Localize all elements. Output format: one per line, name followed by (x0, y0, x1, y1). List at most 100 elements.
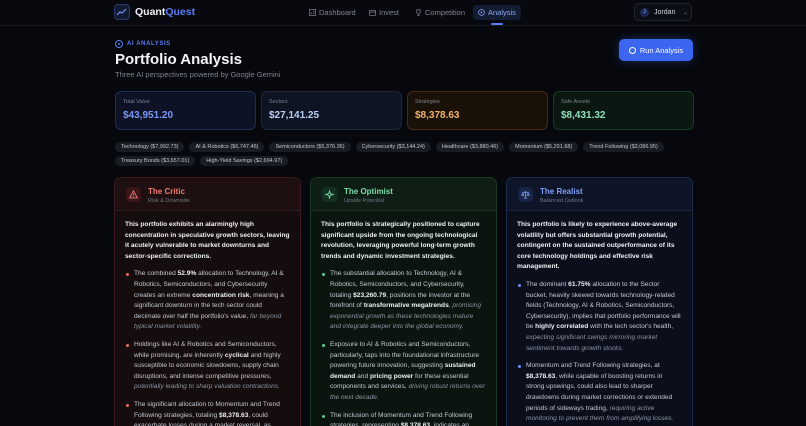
page-subtitle: Three AI perspectives powered by Google … (115, 70, 281, 79)
card-body: This portfolio is strategically position… (311, 211, 496, 426)
italic-note: potentially leading to sharp valuation c… (134, 383, 280, 391)
card-header: The Critic Risk & Downside (115, 178, 300, 211)
emphasis-text: 61.75% (568, 280, 591, 288)
analysis-icon (478, 9, 485, 16)
card-points: The substantial allocation to Technology… (321, 269, 486, 426)
card-lead: This portfolio is likely to experience a… (517, 221, 678, 271)
card-lead: This portfolio is strategically position… (321, 221, 480, 260)
user-menu[interactable]: J Jordan ⌄ (634, 3, 692, 21)
body-text: and (355, 372, 370, 380)
emphasis-text: $8,378.63 (400, 422, 431, 426)
holding-chip: Cybersecurity ($3,144.24) (355, 142, 431, 152)
bullet-point: The significant allocation to Momentum a… (125, 400, 290, 426)
stat-label: Total Value (123, 99, 150, 105)
nav-competition[interactable]: Competition (410, 5, 470, 20)
nav-analysis-label: Analysis (488, 8, 516, 17)
nav-analysis[interactable]: Analysis (473, 5, 521, 25)
card-points: The combined 52.9% allocation to Technol… (125, 269, 290, 426)
holding-chip: Semiconductors ($5,376.36) (269, 142, 351, 152)
stat-value: $27,141.25 (269, 110, 320, 121)
brand-left: Quant (135, 6, 166, 18)
critic-card: The Critic Risk & Downside This portfoli… (114, 177, 301, 426)
card-subtitle: Risk & Downside (148, 198, 190, 204)
emphasis-text: concentration risk (192, 291, 250, 299)
card-subtitle: Upside Potential (344, 198, 385, 204)
holding-chip: Trend Following ($3,086.95) (583, 142, 664, 152)
holding-chip: Treasury Bonds ($3,657.01) (115, 156, 196, 166)
warning-icon (126, 187, 141, 202)
avatar: J (640, 8, 649, 17)
stat-value: $8,431.32 (561, 110, 606, 121)
chevron-down-icon: ⌄ (683, 10, 689, 16)
stat-strategies: Strategies $8,378.63 (407, 91, 548, 130)
emphasis-text: transformative megatrends (363, 302, 449, 310)
chart-icon (309, 9, 316, 16)
bullet-point: Holdings like AI & Robotics and Semicond… (125, 340, 290, 393)
card-body: This portfolio is likely to experience a… (507, 211, 692, 425)
sparkle-icon (322, 187, 337, 202)
holding-chip: High-Yield Savings ($2,694.97) (200, 156, 289, 166)
nav-dashboard[interactable]: Dashboard (304, 5, 361, 20)
bullet-point: Exposure to AI & Robotics and Semiconduc… (321, 340, 486, 404)
holding-chip: Momentum ($5,291.68) (509, 142, 579, 152)
emphasis-text: $8,378.63 (526, 372, 556, 380)
emphasis-text: $8,378.63 (219, 411, 249, 419)
section-tag: AI ANALYSIS (115, 40, 171, 48)
card-subtitle: Balanced Outlook (540, 198, 584, 204)
emphasis-text: pricing power (369, 372, 414, 380)
scale-icon (518, 187, 533, 202)
card-title: The Realist (540, 187, 583, 196)
nav-competition-label: Competition (425, 8, 466, 17)
italic-note: expecting significant swings mirroring m… (526, 333, 658, 352)
body-text: Momentum and Trend Following strategies,… (526, 362, 660, 370)
emphasis-text: $23,260.79 (353, 291, 387, 299)
optimist-card: The Optimist Upside Potential This portf… (310, 177, 497, 426)
holding-chip: Healthcare ($3,880.46) (435, 142, 505, 152)
stat-value: $43,951.20 (123, 110, 174, 121)
ai-icon (115, 40, 123, 48)
stat-label: Sectors (269, 99, 288, 105)
trophy-icon (416, 9, 421, 16)
nav-invest[interactable]: Invest (364, 5, 404, 20)
stat-label: Strategies (415, 99, 440, 105)
card-header: The Optimist Upside Potential (311, 178, 496, 211)
body-text: The dominant (526, 280, 569, 288)
nav-dashboard-label: Dashboard (319, 8, 356, 17)
section-tag-label: AI ANALYSIS (127, 41, 171, 47)
body-text: , indicates an (430, 422, 469, 426)
holdings-chips: Technology ($7,992.73) AI & Robotics ($6… (115, 142, 695, 166)
run-analysis-button[interactable]: Run Analysis (619, 39, 693, 61)
run-analysis-label: Run Analysis (639, 45, 684, 55)
stat-safe-assets: Safe Assets $8,431.32 (553, 91, 694, 130)
card-points: The dominant 61.75% allocation to the Se… (517, 280, 682, 425)
card-title: The Critic (148, 187, 185, 196)
brand-name[interactable]: QuantQuest (135, 6, 195, 18)
emphasis-text: cyclical (224, 351, 249, 359)
logo-icon[interactable] (114, 4, 130, 20)
emphasis-text: highly correlated (535, 323, 589, 331)
stat-sectors: Sectors $27,141.25 (261, 91, 402, 130)
bullet-point: Momentum and Trend Following strategies,… (517, 361, 682, 425)
card-header: The Realist Balanced Outlook (507, 178, 692, 211)
body-text: with the tech sector's health, (588, 323, 674, 331)
stat-value: $8,378.63 (415, 110, 460, 121)
card-lead: This portfolio exhibits an alarmingly hi… (125, 221, 290, 260)
brand-right: Quest (165, 6, 196, 18)
realist-card: The Realist Balanced Outlook This portfo… (506, 177, 693, 426)
nav-invest-label: Invest (379, 8, 400, 17)
bullet-point: The substantial allocation to Technology… (321, 269, 486, 333)
bullet-point: The combined 52.9% allocation to Technol… (125, 269, 290, 333)
stat-label: Safe Assets (561, 99, 591, 105)
page-title: Portfolio Analysis (115, 51, 242, 68)
bullet-point: The dominant 61.75% allocation to the Se… (517, 280, 682, 354)
body-text: The combined (134, 270, 178, 278)
top-nav: QuantQuest Dashboard Invest Competition … (0, 0, 806, 26)
holding-chip: AI & Robotics ($6,747.46) (189, 142, 265, 152)
card-body: This portfolio exhibits an alarmingly hi… (115, 211, 300, 426)
emphasis-text: 52.9% (177, 270, 197, 278)
card-title: The Optimist (344, 187, 393, 196)
stat-total-value: Total Value $43,951.20 (115, 91, 256, 130)
user-name: Jordan (654, 8, 676, 16)
wallet-icon (369, 9, 376, 16)
bullet-point: The inclusion of Momentum and Trend Foll… (321, 411, 486, 426)
